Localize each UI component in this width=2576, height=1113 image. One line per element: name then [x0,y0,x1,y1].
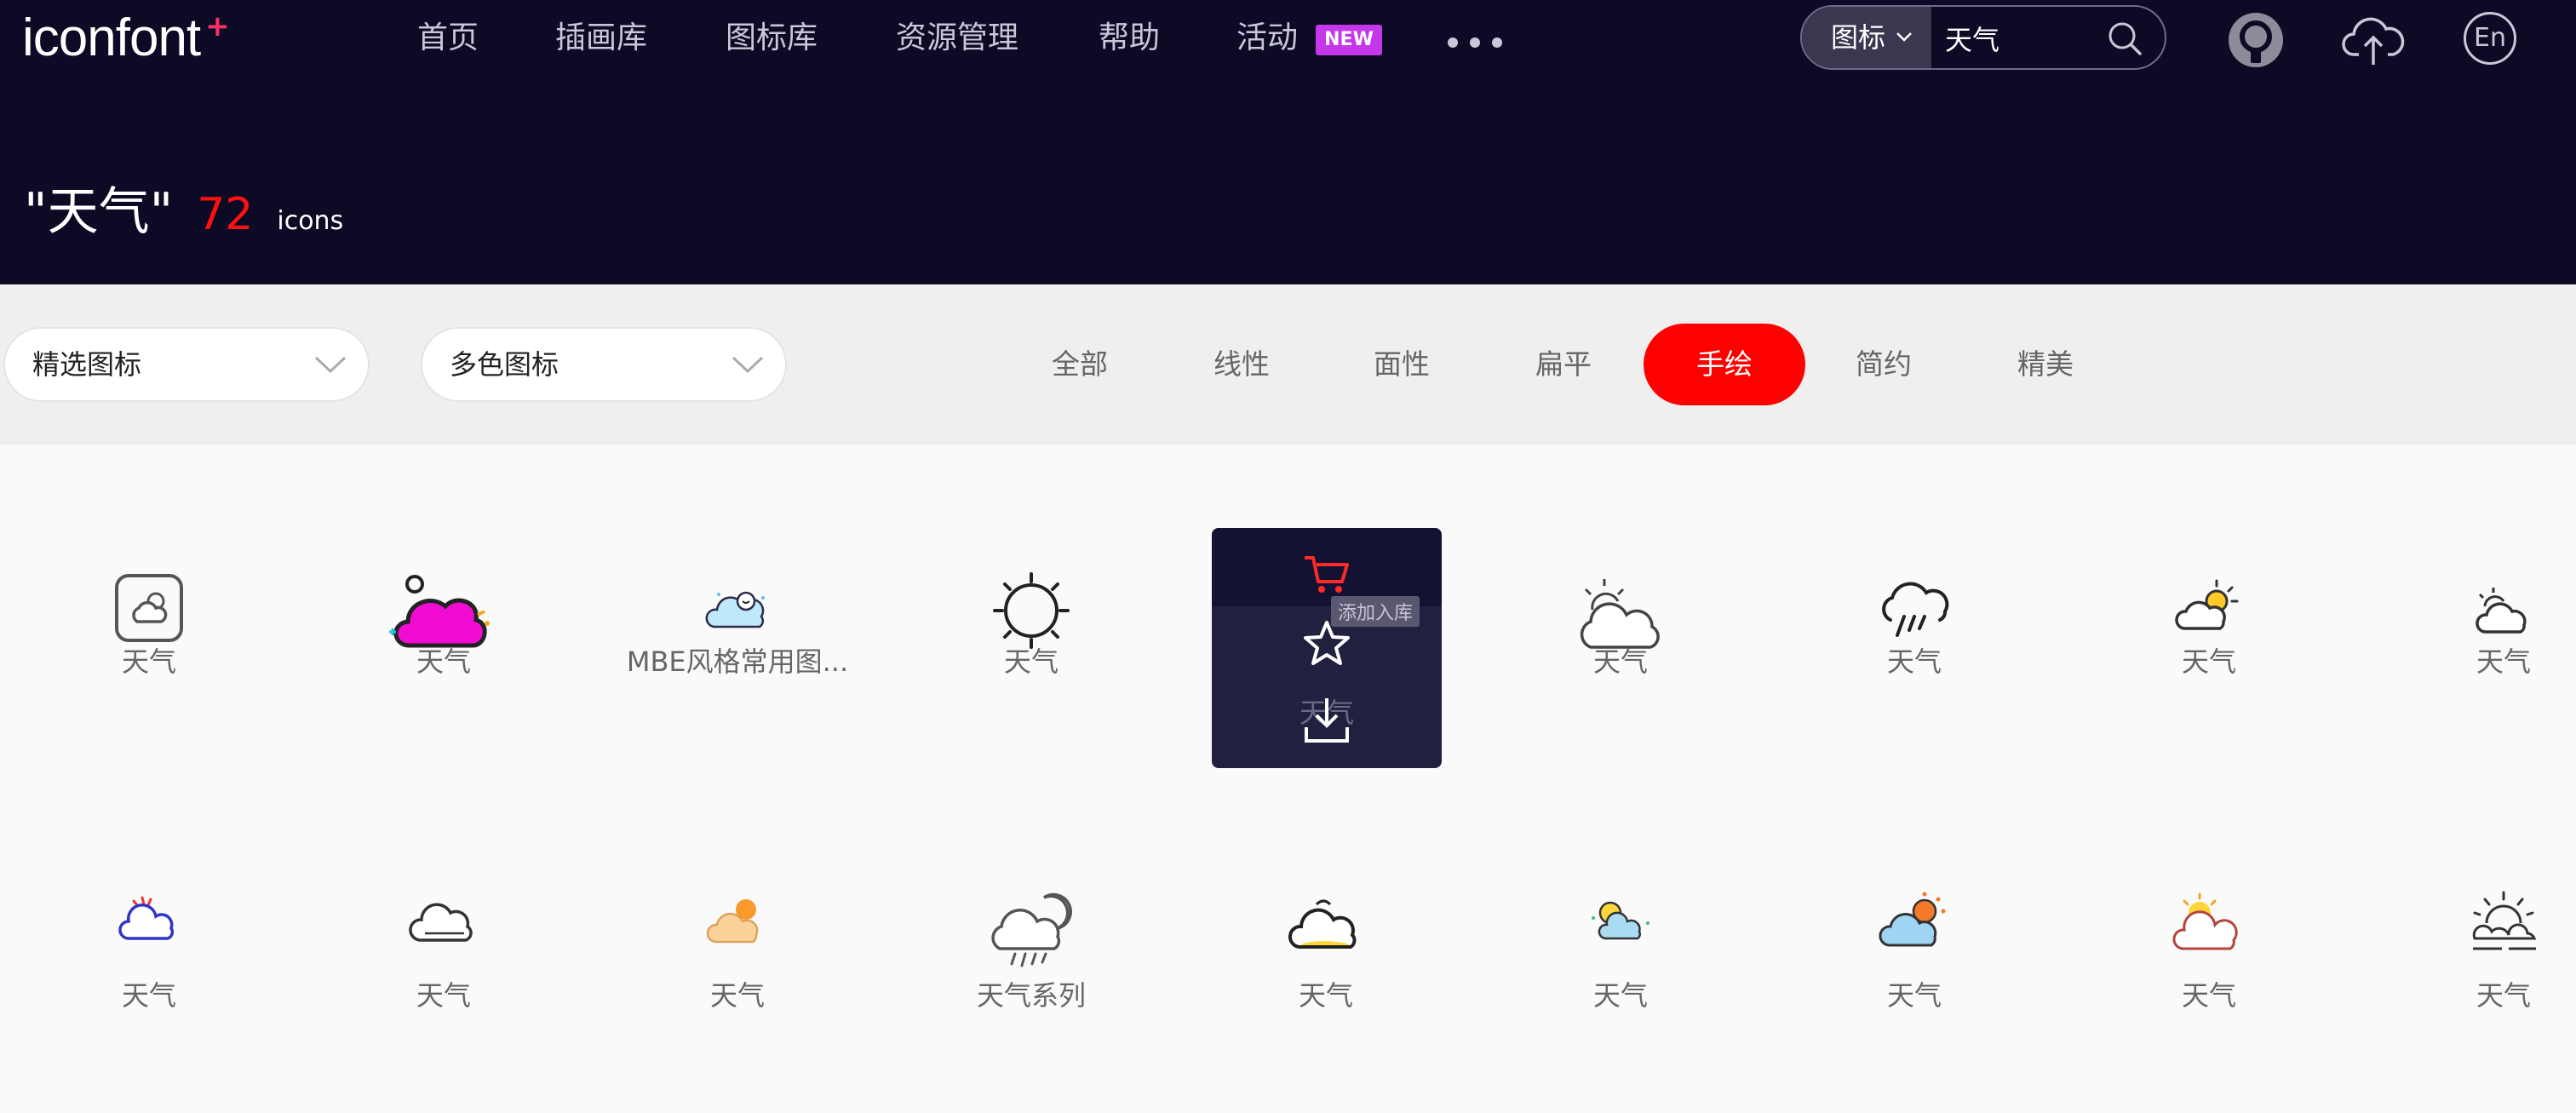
avatar-icon[interactable] [2226,10,2286,70]
color-icons-select[interactable]: 多色图标 [421,327,787,402]
icon-card[interactable]: 天气 [1476,511,1765,766]
tab-flat[interactable]: 扁平 [1516,324,1611,405]
featured-icons-select[interactable]: 精选图标 [3,327,370,402]
chevron-down-icon [314,356,347,374]
icon-card[interactable]: 天气 [4,809,294,1064]
chevron-down-icon [1896,32,1912,42]
search-query-title: "天气" [24,182,174,242]
icon-label: MBE风格常用图... [626,645,849,678]
nav-home[interactable]: 首页 [417,19,479,58]
site-header: iconfont + 首页 插画库 图标库 资源管理 帮助 活动 NEW 图标 … [0,0,2576,284]
star-icon[interactable] [1301,618,1352,669]
result-count: 72 [197,189,254,240]
icon-label: 天气 [121,645,176,678]
search-input[interactable] [1943,15,2108,61]
sun-face-cloud-icon [1592,901,1649,940]
icon-label: 天气 [2476,979,2531,1012]
icon-card[interactable]: 天气 [2064,511,2354,766]
more-dots-icon[interactable] [1448,26,1516,60]
search-type-label: 图标 [1831,21,1886,54]
tab-all[interactable]: 全部 [1032,324,1127,405]
icon-label: 天气系列 [976,979,1086,1012]
language-en-icon[interactable]: En [2464,12,2516,65]
sun-cloud-color-icon [2175,579,2239,630]
tab-linear[interactable]: 线性 [1194,324,1289,405]
site-logo[interactable]: iconfont + [22,9,230,68]
icon-label: 天气 [416,979,471,1012]
icon-label: 天气 [416,645,471,678]
cart-icon[interactable] [1301,548,1352,600]
blue-cloud-red-sun-icon [118,896,175,940]
upload-cloud-icon[interactable] [2342,10,2405,70]
icon-card[interactable]: 天气 [2064,809,2354,1064]
mbe-snowman-cloud-icon [705,591,765,628]
icon-card[interactable]: 天气 [1770,511,2059,766]
icon-card[interactable]: 天气 [299,511,588,766]
icon-card[interactable]: MBE风格常用图... [593,511,882,766]
tab-exquisite[interactable]: 精美 [1998,324,2093,405]
icon-card[interactable]: 天气 [299,809,588,1064]
blue-cloud-sun-icon [1879,892,1946,947]
icon-label: 天气 [2181,979,2236,1012]
sun-outline-icon [993,572,1070,649]
page-heading: "天气" 72 icons [24,170,343,244]
icon-label: 天气 [1592,645,1648,678]
logo-plus: + [205,9,230,43]
logo-text: iconfont [22,9,201,67]
select-label: 精选图标 [32,348,142,381]
select-label: 多色图标 [450,348,559,381]
nav-icon-library[interactable]: 图标库 [726,19,818,58]
icon-label: 天气 [1592,979,1648,1012]
icon-card[interactable]: 天气 [2359,511,2576,766]
icon-label: 天气 [2181,645,2236,678]
orange-sun-cloud-icon [706,899,759,944]
icon-card[interactable]: 天气 [1770,809,2059,1064]
tab-filled[interactable]: 面性 [1354,324,1449,405]
icon-card[interactable]: 天气 [1181,809,1471,1064]
download-icon[interactable] [1301,695,1352,746]
tab-simple[interactable]: 简约 [1836,324,1931,405]
sunrise-horizon-icon [2472,891,2537,950]
icon-label: 天气 [2476,645,2531,678]
chevron-down-icon [731,356,764,374]
nav-activities[interactable]: 活动 [1236,19,1298,58]
result-unit: icons [277,206,344,236]
search-type-dropdown[interactable]: 图标 [1802,7,1931,68]
new-badge: NEW [1316,25,1382,55]
rain-cloud-icon [1882,582,1949,637]
search-box: 图标 [1800,5,2166,70]
icon-label: 天气 [1886,979,1942,1012]
small-sun-cloud-icon [2476,588,2527,634]
icon-card[interactable]: 天气 [593,809,882,1064]
icon-label: 天气 [1298,979,1353,1012]
sun-red-cloud-icon [2172,892,2238,950]
icon-card[interactable]: 天气 [4,511,294,766]
outline-cloud-icon [409,903,473,942]
icon-label: 天气 [121,979,176,1012]
search-icon[interactable] [2107,20,2143,56]
icon-card[interactable]: 天气系列 [886,809,1176,1064]
icon-card[interactable]: 天气 [2359,809,2576,1064]
nav-resources[interactable]: 资源管理 [896,19,1018,58]
icon-card[interactable]: 天气 [1476,809,1765,1064]
icon-card-hover[interactable]: 添加入库 天气 [1212,528,1442,768]
filter-bar: 精选图标 多色图标 全部 线性 面性 扁平 手绘 简约 精美 [0,284,2576,445]
nav-help[interactable]: 帮助 [1099,19,1160,58]
icon-label: 天气 [1886,645,1942,678]
nav-illustrations[interactable]: 插画库 [555,19,647,58]
rounded-square-weather-icon [115,574,183,642]
icon-card[interactable]: 天气 [886,511,1176,766]
yellow-cloud-icon [1288,899,1357,949]
icon-label: 天气 [709,979,765,1012]
moon-rain-cloud-icon [991,892,1072,967]
icon-label: 天气 [1003,645,1059,678]
tab-hand-drawn[interactable]: 手绘 [1644,324,1805,405]
